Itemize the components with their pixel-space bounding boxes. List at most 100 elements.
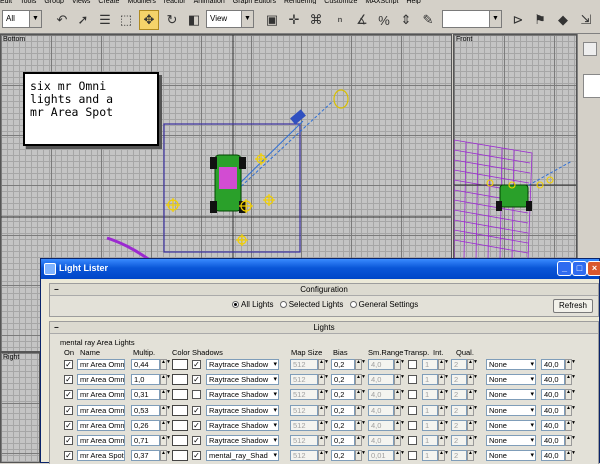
decay-distance-spinner[interactable]: ▲▼ [565,405,576,416]
qual-field[interactable]: 2 [451,359,467,370]
int-spinner[interactable]: ▲▼ [438,450,449,461]
light-color-swatch[interactable] [172,389,188,400]
mirror-icon[interactable]: ⊳ [508,10,528,30]
int-spinner[interactable]: ▲▼ [438,435,449,446]
refresh-button[interactable]: Refresh [553,299,593,313]
int-field[interactable]: 1 [422,450,438,461]
bias-spinner[interactable]: ▲▼ [355,420,366,431]
multiplier-spinner[interactable]: ▲▼ [160,405,171,416]
decay-dropdown[interactable]: None [486,359,536,370]
transparency-checkbox[interactable] [408,390,417,399]
decay-distance-spinner[interactable]: ▲▼ [565,389,576,400]
light-name-field[interactable]: mr Area Omni [77,405,125,416]
shadows-on-checkbox[interactable]: ✓ [192,421,201,430]
decay-distance-field[interactable]: 40,0 [541,435,565,446]
align-icon[interactable]: ⚑ [530,10,550,30]
light-on-checkbox[interactable]: ✓ [64,360,73,369]
map-size-field[interactable]: 512 [290,405,318,416]
bias-field[interactable]: 0,2 [331,405,355,416]
select-icon[interactable]: ➚ [73,10,93,30]
bias-field[interactable]: 0,2 [331,450,355,461]
viewport-front[interactable]: Front [453,34,577,259]
layer-manager-icon[interactable]: ◆ [553,10,573,30]
decay-distance-field[interactable]: 40,0 [541,420,565,431]
minimize-button[interactable]: _ [557,261,572,276]
int-spinner[interactable]: ▲▼ [438,389,449,400]
decay-dropdown[interactable]: None [486,450,536,461]
selection-filter-dropdown[interactable]: All ▼ [2,10,42,28]
transparency-checkbox[interactable] [408,451,417,460]
decay-distance-field[interactable]: 40,0 [541,389,565,400]
bias-spinner[interactable]: ▲▼ [355,405,366,416]
int-field[interactable]: 1 [422,359,438,370]
shadow-type-dropdown[interactable]: Raytrace Shadow [206,405,279,416]
int-spinner[interactable]: ▲▼ [438,405,449,416]
qual-spinner[interactable]: ▲▼ [467,374,478,385]
light-on-checkbox[interactable]: ✓ [64,436,73,445]
viewport-right[interactable]: Right [0,352,40,463]
multiplier-spinner[interactable]: ▲▼ [160,359,171,370]
map-size-spinner[interactable]: ▲▼ [318,450,329,461]
light-color-swatch[interactable] [172,405,188,416]
map-size-field[interactable]: 512 [290,359,318,370]
light-color-swatch[interactable] [172,435,188,446]
sm-range-field[interactable]: 4,0 [368,359,394,370]
light-on-checkbox[interactable]: ✓ [64,406,73,415]
map-size-spinner[interactable]: ▲▼ [318,405,329,416]
sm-range-field[interactable]: 4,0 [368,420,394,431]
multiplier-field[interactable]: 0,44 [131,359,160,370]
shadow-type-dropdown[interactable]: mental_ray_Shad [206,450,279,461]
map-size-spinner[interactable]: ▲▼ [318,435,329,446]
shadows-on-checkbox[interactable]: ✓ [192,451,201,460]
decay-dropdown[interactable]: None [486,374,536,385]
qual-spinner[interactable]: ▲▼ [467,435,478,446]
rotate-icon[interactable]: ↻ [162,10,182,30]
snap-icon[interactable]: ⁿ [330,10,350,30]
qual-field[interactable]: 2 [451,405,467,416]
int-field[interactable]: 1 [422,420,438,431]
option-selected-lights[interactable]: Selected Lights [279,300,343,309]
shadow-type-dropdown[interactable]: Raytrace Shadow [206,374,279,385]
qual-spinner[interactable]: ▲▼ [467,405,478,416]
qual-field[interactable]: 2 [451,374,467,385]
int-field[interactable]: 1 [422,405,438,416]
decay-dropdown[interactable]: None [486,435,536,446]
int-field[interactable]: 1 [422,374,438,385]
map-size-field[interactable]: 512 [290,389,318,400]
region-select-icon[interactable]: ⬚ [116,10,136,30]
bias-field[interactable]: 0,2 [331,435,355,446]
map-size-spinner[interactable]: ▲▼ [318,374,329,385]
decay-dropdown[interactable]: None [486,420,536,431]
decay-dropdown[interactable]: None [486,389,536,400]
configuration-header[interactable]: − Configuration [50,284,598,296]
named-selection-dropdown[interactable]: ▼ [442,10,502,28]
bias-spinner[interactable]: ▲▼ [355,359,366,370]
light-name-field[interactable]: mr Area Omni [77,435,125,446]
maximize-button[interactable]: □ [572,261,587,276]
decay-distance-spinner[interactable]: ▲▼ [565,374,576,385]
light-name-field[interactable]: mr Area Omni [77,420,125,431]
shadows-on-checkbox[interactable]: ✓ [192,360,201,369]
sm-range-spinner[interactable]: ▲▼ [394,450,405,461]
decay-distance-spinner[interactable]: ▲▼ [565,420,576,431]
multiplier-spinner[interactable]: ▲▼ [160,435,171,446]
light-name-field[interactable]: mr Area Omni [77,374,125,385]
multiplier-field[interactable]: 0,37 [131,450,160,461]
light-on-checkbox[interactable]: ✓ [64,421,73,430]
light-name-field[interactable]: mr Area Spot [77,450,125,461]
qual-field[interactable]: 2 [451,450,467,461]
map-size-spinner[interactable]: ▲▼ [318,389,329,400]
bias-spinner[interactable]: ▲▼ [355,450,366,461]
light-on-checkbox[interactable]: ✓ [64,390,73,399]
percent-snap-icon[interactable]: % [374,10,394,30]
int-spinner[interactable]: ▲▼ [438,420,449,431]
qual-field[interactable]: 2 [451,389,467,400]
window-titlebar[interactable]: Light Lister _ □ × [41,259,600,279]
bias-field[interactable]: 0,2 [331,420,355,431]
map-size-field[interactable]: 512 [290,435,318,446]
shadows-on-checkbox[interactable] [192,390,201,399]
option-general-settings[interactable]: General Settings [349,300,418,309]
decay-dropdown[interactable]: None [486,405,536,416]
bias-spinner[interactable]: ▲▼ [355,435,366,446]
light-on-checkbox[interactable]: ✓ [64,451,73,460]
